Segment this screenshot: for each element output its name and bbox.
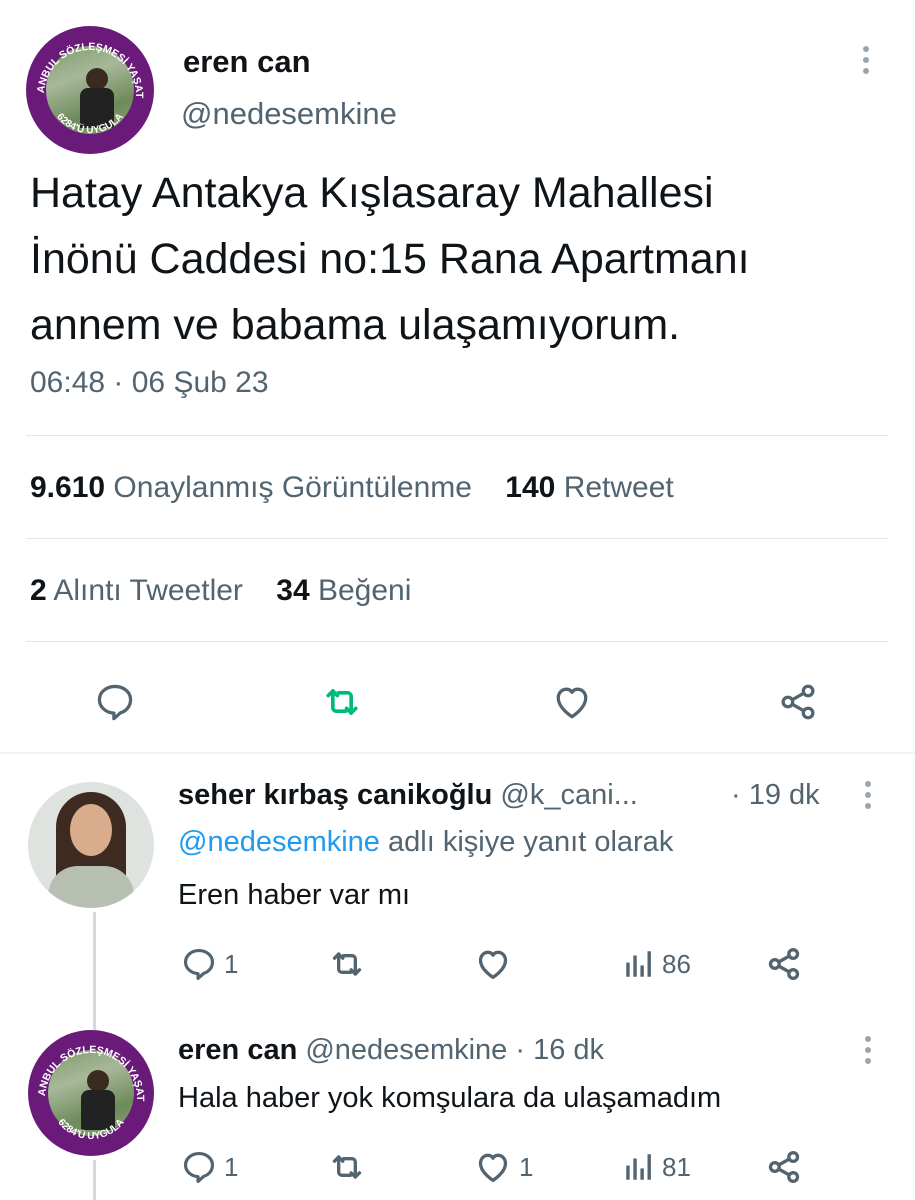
more-icon[interactable] bbox=[863, 46, 869, 79]
stats-views-retweets: 9.610 Onaylanmış Görüntülenme 140 Retwee… bbox=[30, 471, 674, 505]
reply-icon bbox=[183, 948, 215, 980]
replying-to: @nedesemkine adlı kişiye yanıt olarak bbox=[178, 826, 673, 859]
avatar-ring-text: İSTANBUL SÖZLEŞMESİ YAŞATIR 6284'Ü UYGUL… bbox=[28, 1030, 146, 1142]
reply-count: 1 bbox=[224, 1151, 239, 1182]
divider bbox=[26, 435, 888, 436]
likes-count: 34 bbox=[276, 574, 310, 607]
reply-author-name[interactable]: eren can bbox=[178, 1034, 297, 1066]
reply-share-button[interactable] bbox=[764, 942, 810, 986]
reply-icon bbox=[183, 1151, 215, 1183]
author-name[interactable]: eren can bbox=[183, 44, 311, 80]
divider bbox=[26, 641, 888, 642]
retweet-icon bbox=[332, 1155, 362, 1179]
reply-icon bbox=[97, 684, 133, 721]
author-handle[interactable]: @nedesemkine bbox=[181, 96, 397, 132]
reply-views-button[interactable]: 81 bbox=[622, 1145, 691, 1189]
tweet-timestamp[interactable]: 06:48 · 06 Şub 23 bbox=[30, 366, 269, 400]
retweets-count: 140 bbox=[505, 471, 556, 504]
share-button[interactable] bbox=[768, 672, 828, 732]
quotes-label[interactable]: Alıntı Tweetler bbox=[53, 574, 243, 607]
like-count: 1 bbox=[519, 1151, 534, 1182]
views-label[interactable]: Onaylanmış Görüntülenme bbox=[113, 471, 472, 504]
retweet-icon bbox=[332, 952, 362, 976]
reply-text: Eren haber var mı bbox=[178, 879, 411, 911]
reply-header: seher kırbaş canikoğlu @k_cani... bbox=[178, 779, 638, 812]
reply-views-button[interactable]: 86 bbox=[622, 942, 691, 986]
thread-line bbox=[93, 1160, 96, 1200]
reply-time[interactable]: · 16 dk bbox=[515, 1034, 604, 1066]
replying-to-suffix: adlı kişiye yanıt olarak bbox=[388, 826, 674, 858]
stats-quotes-likes: 2 Alıntı Tweetler 34 Beğeni bbox=[30, 574, 411, 608]
reply-author-handle[interactable]: @k_cani... bbox=[500, 779, 637, 811]
svg-text:6284'Ü UYGULA: 6284'Ü UYGULA bbox=[54, 111, 125, 136]
like-icon bbox=[478, 1153, 508, 1182]
views-icon bbox=[626, 1154, 651, 1180]
reply-reply-button[interactable]: 1 bbox=[180, 942, 238, 986]
reply-button[interactable] bbox=[85, 672, 145, 732]
share-icon bbox=[781, 684, 815, 720]
reply-time[interactable]: · 19 dk bbox=[731, 779, 820, 812]
likes-label[interactable]: Beğeni bbox=[318, 574, 411, 607]
reply-retweet-button[interactable] bbox=[327, 1145, 373, 1189]
more-icon[interactable] bbox=[865, 781, 871, 814]
like-icon bbox=[556, 687, 588, 719]
reply-text: Hala haber yok komşulara da ulaşamadım bbox=[178, 1082, 722, 1114]
reply-share-button[interactable] bbox=[764, 1145, 810, 1189]
reply-header: eren can @nedesemkine · 16 dk bbox=[178, 1034, 604, 1067]
view-count: 81 bbox=[662, 1151, 691, 1182]
share-icon bbox=[768, 948, 800, 980]
thread-line bbox=[93, 912, 96, 1030]
svg-text:6284'Ü UYGULA: 6284'Ü UYGULA bbox=[55, 1117, 126, 1142]
reply-like-button[interactable] bbox=[473, 942, 519, 986]
quotes-count: 2 bbox=[30, 574, 47, 607]
views-count: 9.610 bbox=[30, 471, 106, 504]
share-icon bbox=[768, 1151, 800, 1183]
retweets-label[interactable]: Retweet bbox=[564, 471, 674, 504]
view-count: 86 bbox=[662, 948, 691, 979]
divider bbox=[26, 538, 888, 539]
svg-text:İSTANBUL SÖZLEŞMESİ YAŞATIR: İSTANBUL SÖZLEŞMESİ YAŞATIR bbox=[28, 1030, 146, 1102]
reply-retweet-button[interactable] bbox=[327, 942, 373, 986]
reply-reply-button[interactable]: 1 bbox=[180, 1145, 238, 1189]
reply-author-handle[interactable]: @nedesemkine bbox=[305, 1034, 507, 1066]
section-divider bbox=[0, 752, 915, 754]
reply-avatar[interactable]: İSTANBUL SÖZLEŞMESİ YAŞATIR 6284'Ü UYGUL… bbox=[28, 1030, 154, 1156]
tweet-action-bar bbox=[0, 672, 915, 732]
svg-text:İSTANBUL SÖZLEŞMESİ YAŞATIR: İSTANBUL SÖZLEŞMESİ YAŞATIR bbox=[26, 26, 145, 99]
retweet-button[interactable] bbox=[312, 672, 372, 732]
views-icon bbox=[626, 951, 651, 977]
more-icon[interactable] bbox=[865, 1036, 871, 1069]
reply-author-name[interactable]: seher kırbaş canikoğlu bbox=[178, 779, 492, 811]
reply-count: 1 bbox=[224, 948, 239, 979]
main-avatar[interactable]: İSTANBUL SÖZLEŞMESİ YAŞATIR 6284'Ü UYGUL… bbox=[26, 26, 154, 154]
retweet-icon bbox=[326, 689, 358, 715]
like-icon bbox=[478, 950, 508, 979]
like-button[interactable] bbox=[542, 672, 602, 732]
tweet-text: Hatay Antakya Kışlasaray Mahallesi İnönü… bbox=[30, 169, 750, 349]
reply-like-button[interactable]: 1 bbox=[473, 1145, 533, 1189]
replying-to-handle[interactable]: @nedesemkine bbox=[178, 826, 380, 858]
avatar-ring-text: İSTANBUL SÖZLEŞMESİ YAŞATIR 6284'Ü UYGUL… bbox=[26, 26, 145, 136]
reply-avatar[interactable] bbox=[28, 782, 154, 908]
